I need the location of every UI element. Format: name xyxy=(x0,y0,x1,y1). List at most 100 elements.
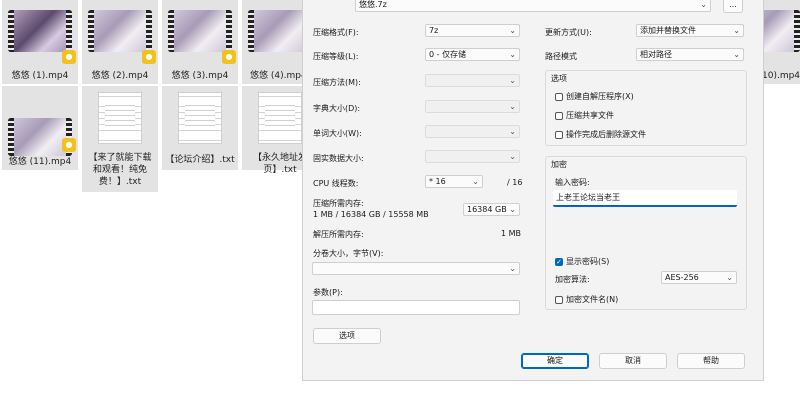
format-label: 压缩格式(F): xyxy=(313,28,359,37)
chevron-down-icon: ⌄ xyxy=(509,127,516,136)
parameters-input[interactable] xyxy=(312,300,520,315)
checkbox-box xyxy=(555,130,563,139)
encrypt-names-checkbox[interactable]: 加密文件名(N) xyxy=(555,294,618,305)
chevron-down-icon: ⌄ xyxy=(509,264,516,273)
archive-name-value: 悠悠.7z xyxy=(359,0,387,9)
encryption-method-value: AES-256 xyxy=(665,273,699,282)
encryption-group-title: 加密 xyxy=(551,160,567,169)
checkbox-label: 操作完成后删除源文件 xyxy=(566,130,646,139)
volume-size-combo[interactable]: ⌄ xyxy=(312,262,520,275)
solid-size-label: 固实数据大小: xyxy=(313,154,364,163)
checkbox-box xyxy=(555,111,563,120)
file-name: 悠悠 (1).mp4 xyxy=(11,71,69,81)
options-group-title: 选项 xyxy=(551,74,567,83)
dictionary-select[interactable]: ⌄ xyxy=(425,100,520,113)
password-value: 上老王论坛当老王 xyxy=(556,193,620,202)
chevron-down-icon: ⌄ xyxy=(509,102,516,111)
memory-decompress-label: 解压所需内存: xyxy=(313,230,364,239)
chevron-down-icon: ⌄ xyxy=(509,205,516,214)
memory-compress-label: 压缩所需内存: xyxy=(313,199,364,208)
compress-shared-checkbox[interactable]: 压缩共享文件 xyxy=(555,110,614,121)
path-mode-select[interactable]: 相对路径 ⌄ xyxy=(636,48,744,61)
chevron-down-icon: ⌄ xyxy=(733,50,740,59)
chevron-down-icon: ⌄ xyxy=(509,152,516,161)
checkbox-box xyxy=(555,295,563,304)
options-button[interactable]: 选项 xyxy=(313,328,381,344)
format-select[interactable]: 7z ⌄ xyxy=(425,24,520,37)
file-item[interactable]: 10).mp4 xyxy=(736,0,800,84)
chevron-down-icon: ⌄ xyxy=(726,273,733,282)
delete-after-checkbox[interactable]: 操作完成后删除源文件 xyxy=(555,129,646,140)
checkbox-label: 显示密码(S) xyxy=(566,257,610,266)
memory-decompress-value: 1 MB xyxy=(501,229,522,238)
update-mode-select[interactable]: 添加并替换文件 ⌄ xyxy=(636,24,744,37)
checkbox-label: 压缩共享文件 xyxy=(566,111,614,120)
memory-usage-value: 16384 GB xyxy=(467,205,507,214)
threads-select[interactable]: * 16 ⌄ xyxy=(425,175,483,188)
file-item[interactable]: ● 悠悠 (2).mp4 xyxy=(82,0,158,84)
volume-size-label: 分卷大小，字节(V): xyxy=(313,249,384,258)
checkbox-box xyxy=(555,92,563,101)
add-to-archive-dialog: 悠悠.7z ⌄ ... 压缩格式(F): 7z ⌄ 压缩等级(L): 0 - 仅存… xyxy=(302,0,764,381)
check-icon: ✓ xyxy=(555,257,563,266)
chevron-down-icon: ⌄ xyxy=(509,76,516,85)
chevron-down-icon: ⌄ xyxy=(733,26,740,35)
file-name: 悠悠 (3).mp4 xyxy=(171,71,229,81)
level-label: 压缩等级(L): xyxy=(313,52,359,61)
file-item[interactable]: ● 悠悠 (1).mp4 xyxy=(2,0,78,84)
video-thumbnail xyxy=(8,10,72,52)
show-password-checkbox[interactable]: ✓ 显示密码(S) xyxy=(555,256,609,267)
file-item[interactable]: ● 悠悠 (11).mp4 xyxy=(2,86,78,170)
text-file-icon xyxy=(258,92,302,144)
file-name: 悠悠 (11).mp4 xyxy=(8,157,72,167)
chevron-down-icon: ⌄ xyxy=(509,50,516,59)
password-label: 输入密码: xyxy=(555,178,590,187)
video-thumbnail xyxy=(168,10,232,52)
level-select[interactable]: 0 - 仅存储 ⌄ xyxy=(425,48,520,61)
checkbox-label: 创建自解压程序(X) xyxy=(566,92,634,101)
password-input[interactable]: 上老王论坛当老王 xyxy=(553,190,737,207)
threads-value: * 16 xyxy=(429,177,446,186)
chevron-down-icon: ⌄ xyxy=(700,0,707,9)
memory-compress-detail: 1 MB / 16384 GB / 15558 MB xyxy=(313,210,429,219)
update-mode-value: 添加并替换文件 xyxy=(640,26,696,35)
solid-size-select[interactable]: ⌄ xyxy=(425,150,520,163)
potplayer-icon: ● xyxy=(62,138,76,152)
dictionary-label: 字典大小(D): xyxy=(313,104,361,113)
file-item[interactable]: 【论坛介绍】.txt xyxy=(162,86,238,170)
threads-label: CPU 线程数: xyxy=(313,179,359,188)
threads-max: / 16 xyxy=(507,178,523,187)
potplayer-icon: ● xyxy=(222,50,236,64)
parameters-label: 参数(P): xyxy=(313,288,343,297)
method-select[interactable]: ⌄ xyxy=(425,74,520,87)
method-label: 压缩方法(M): xyxy=(313,78,361,87)
text-file-icon xyxy=(178,92,222,144)
update-mode-label: 更新方式(U): xyxy=(545,28,592,37)
browse-button[interactable]: ... xyxy=(723,0,743,13)
chevron-down-icon: ⌄ xyxy=(509,26,516,35)
potplayer-icon: ● xyxy=(62,50,76,64)
level-value: 0 - 仅存储 xyxy=(429,50,467,59)
memory-usage-select[interactable]: 16384 GB ⌄ xyxy=(463,203,520,216)
path-mode-value: 相对路径 xyxy=(640,50,672,59)
file-item[interactable]: 【来了就能下载和观看！纯免费！】.txt xyxy=(82,86,158,192)
chevron-down-icon: ⌄ xyxy=(472,177,479,186)
video-thumbnail xyxy=(88,10,152,52)
file-name: 悠悠 (2).mp4 xyxy=(91,71,149,81)
file-item[interactable]: ● 悠悠 (3).mp4 xyxy=(162,0,238,84)
encryption-method-select[interactable]: AES-256 ⌄ xyxy=(661,271,737,284)
file-name: 【论坛介绍】.txt xyxy=(165,155,235,165)
ok-button[interactable]: 确定 xyxy=(521,353,589,369)
checkbox-label: 加密文件名(N) xyxy=(566,295,619,304)
format-value: 7z xyxy=(429,26,439,35)
word-size-label: 单词大小(W): xyxy=(313,129,362,138)
path-mode-label: 路径模式 xyxy=(545,52,577,61)
file-name: 10).mp4 xyxy=(762,71,800,81)
help-button[interactable]: 帮助 xyxy=(677,353,745,369)
file-name: 【来了就能下载和观看！纯免费！】.txt xyxy=(88,153,152,187)
text-file-icon xyxy=(98,92,142,144)
cancel-button[interactable]: 取消 xyxy=(599,353,667,369)
word-size-select[interactable]: ⌄ xyxy=(425,125,520,138)
create-sfx-checkbox[interactable]: 创建自解压程序(X) xyxy=(555,91,634,102)
archive-name-combo[interactable]: 悠悠.7z ⌄ xyxy=(355,0,711,12)
